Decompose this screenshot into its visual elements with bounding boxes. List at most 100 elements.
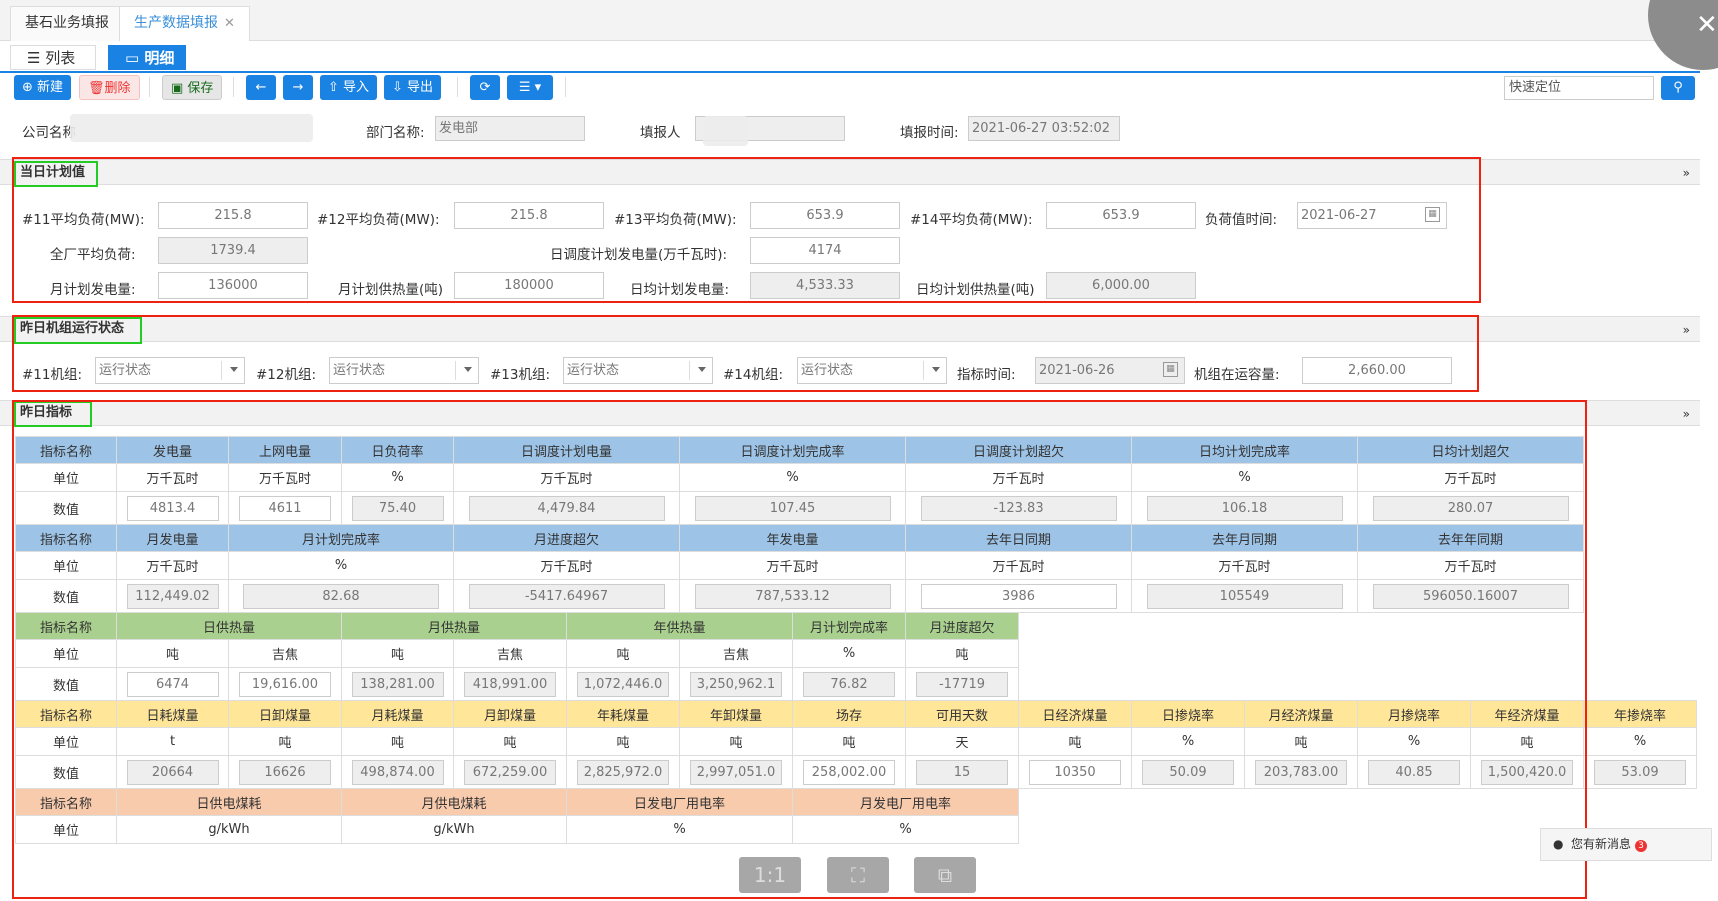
day-avg-heat-label: 日均计划供热量(吨) (916, 282, 1035, 298)
refresh-icon: ⟳ (479, 80, 491, 95)
tab-detail[interactable]: ▭ 明细 (108, 45, 186, 70)
empty-cell (1584, 552, 1697, 580)
dept-field[interactable]: 发电部 (435, 116, 585, 141)
unit-11-select[interactable]: 运行状态 (95, 357, 245, 384)
tab-label: 明细 (144, 49, 175, 67)
chevron-down-icon[interactable]: » (1683, 323, 1690, 337)
delete-button[interactable]: 🗑删除 (79, 75, 140, 100)
load-time-label: 负荷值时间: (1205, 212, 1278, 228)
save-icon: ▣ (171, 81, 188, 96)
divider (149, 77, 150, 97)
calendar-icon[interactable]: ▦ (1163, 362, 1178, 377)
month-heat-label: 月计划供热量(吨) (338, 282, 444, 298)
close-icon: ✕ (1696, 10, 1718, 40)
empty-cell (1583, 436, 1697, 464)
divider (923, 361, 924, 380)
day-avg-gen-input[interactable]: 4,533.33 (750, 272, 900, 299)
capacity-label: 机组在运容量: (1194, 367, 1280, 383)
select-placeholder: 运行状态 (567, 363, 620, 378)
unit-12-label: #12机组: (256, 367, 317, 383)
chevron-down-icon[interactable]: » (1683, 407, 1690, 421)
day-avg-heat-input[interactable]: 6,000.00 (1046, 272, 1196, 299)
export-button[interactable]: ⇩ 导出 (384, 75, 442, 100)
empty-cell (1583, 524, 1697, 552)
unit-14-select[interactable]: 运行状态 (797, 357, 947, 384)
value-cell: 53.09 (1583, 755, 1697, 789)
capacity-input[interactable]: 2,660.00 (1302, 357, 1452, 384)
unit-cell: % (1583, 727, 1697, 756)
ratio-label: 1:1 (753, 863, 787, 887)
save-button[interactable]: ▣ 保存 (162, 75, 223, 100)
indicator-value-input[interactable]: 53.09 (1594, 759, 1686, 785)
caret-down-icon (230, 367, 238, 372)
tab-label: 基石业务填报 (25, 15, 109, 31)
actual-size-button[interactable]: 1:1 (739, 857, 801, 893)
date-value: 2021-06-26 (1039, 363, 1115, 378)
refresh-button[interactable]: ⟳ (470, 75, 500, 100)
report-time-label: 填报时间: (900, 125, 959, 141)
day-avg-gen-label: 日均计划发电量: (630, 282, 730, 298)
import-button[interactable]: ⇧ 导入 (320, 75, 378, 100)
dept-label: 部门名称: (366, 125, 425, 141)
close-icon[interactable]: ✕ (224, 16, 235, 31)
empty-cell (1584, 580, 1697, 613)
divider (221, 361, 222, 380)
date-value: 2021-06-27 (1301, 208, 1377, 223)
previous-button[interactable]: ← (246, 75, 276, 100)
section-title-plan: 当日计划值 (14, 161, 98, 187)
report-time-field[interactable]: 2021-06-27 03:52:02 (968, 116, 1120, 141)
column-header: 年掺烧率 (1583, 700, 1697, 728)
more-menu-button[interactable]: ☰ ▾ (507, 75, 553, 100)
crop-icon: ⧉ (937, 863, 953, 887)
quick-locate-input[interactable]: 快速定位 (1504, 76, 1654, 100)
dispatch-plan-label: 日调度计划发电量(万千瓦时): (550, 247, 728, 263)
download-icon: ⇩ (392, 80, 408, 95)
divider (565, 77, 566, 97)
divider (0, 71, 1700, 73)
avg-load-11-input[interactable]: 215.8 (158, 202, 308, 229)
month-gen-input[interactable]: 136000 (158, 272, 308, 299)
caret-down-icon (932, 367, 940, 372)
reporter-label: 填报人 (640, 125, 681, 141)
fit-screen-button[interactable]: ⛶ (827, 857, 889, 893)
chat-icon: ● (1553, 837, 1564, 851)
close-window-button[interactable]: ✕ (1648, 0, 1718, 70)
caret-down-icon (698, 367, 706, 372)
button-label: 导出 (407, 80, 434, 95)
divider (233, 77, 234, 97)
list-icon: ☰ (27, 49, 46, 67)
unit-12-select[interactable]: 运行状态 (329, 357, 479, 384)
indicator-time-input[interactable]: 2021-06-26 ▦ (1035, 357, 1185, 384)
load-time-input[interactable]: 2021-06-27 ▦ (1297, 202, 1447, 229)
avg-load-13-input[interactable]: 653.9 (750, 202, 900, 229)
tab-production-report[interactable]: 生产数据填报 ✕ (119, 6, 250, 41)
month-heat-input[interactable]: 180000 (454, 272, 604, 299)
tab-list[interactable]: ☰ 列表 (10, 45, 96, 70)
avg-load-14-input[interactable]: 653.9 (1046, 202, 1196, 229)
quick-locate-button[interactable]: ⚲ (1661, 76, 1695, 100)
button-label: 保存 (187, 81, 214, 96)
divider (455, 361, 456, 380)
empty-cell (1584, 492, 1697, 525)
company-field-redacted[interactable] (70, 114, 313, 142)
unit-11-label: #11机组: (22, 367, 83, 383)
unit-13-select[interactable]: 运行状态 (563, 357, 713, 384)
new-button[interactable]: ⊕ 新建 (14, 75, 72, 100)
tab-basic-report[interactable]: 基石业务填报 (10, 6, 124, 41)
dispatch-plan-input[interactable]: 4174 (750, 237, 900, 264)
message-text: 您有新消息 (1571, 837, 1632, 851)
calendar-icon[interactable]: ▦ (1425, 207, 1440, 222)
empty-cell (1584, 464, 1697, 492)
avg-load-12-label: #12平均负荷(MW): (317, 212, 440, 228)
next-button[interactable]: → (283, 75, 313, 100)
chevron-down-icon[interactable]: » (1683, 166, 1690, 180)
company-label: 公司名称 (22, 125, 76, 141)
indicator-time-label: 指标时间: (957, 367, 1016, 383)
unit-13-label: #13机组: (490, 367, 551, 383)
avg-load-12-input[interactable]: 215.8 (454, 202, 604, 229)
section-title-units: 昨日机组运行状态 (14, 317, 142, 344)
plant-avg-load-input[interactable]: 1739.4 (158, 237, 308, 264)
crop-button[interactable]: ⧉ (914, 857, 976, 893)
new-message-notice[interactable]: ● 您有新消息 3 (1540, 828, 1712, 861)
tab-bar: 基石业务填报 生产数据填报 ✕ (0, 0, 1718, 41)
